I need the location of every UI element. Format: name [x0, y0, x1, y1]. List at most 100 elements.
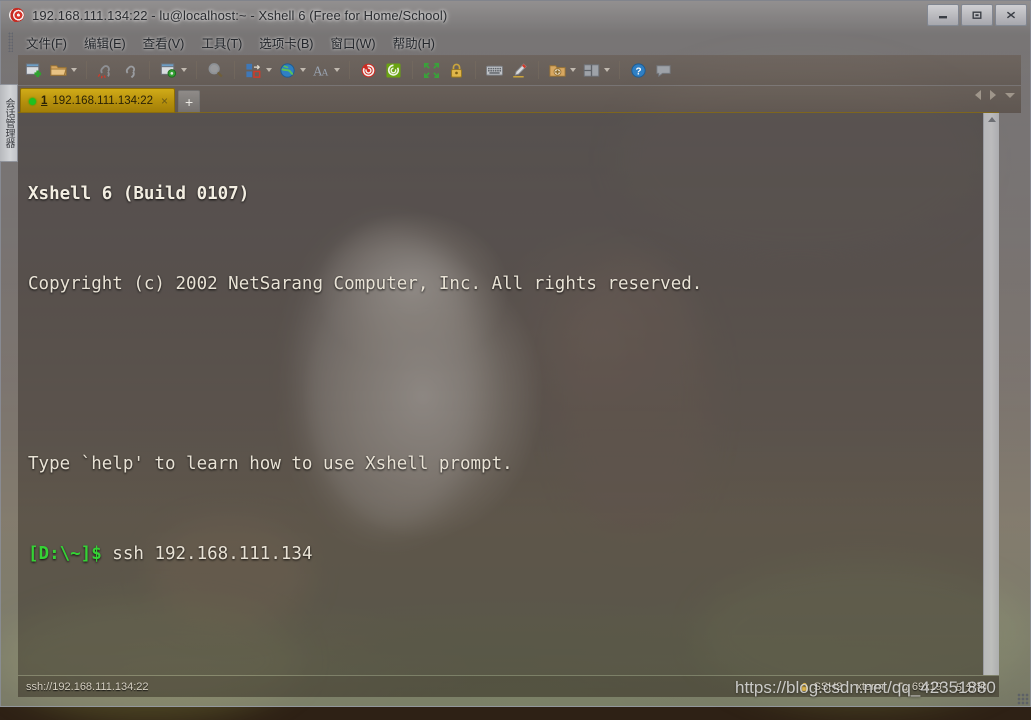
open-folder-button[interactable]: [47, 57, 79, 83]
encoding-globe-icon: [280, 62, 295, 78]
reconnect-button[interactable]: [119, 57, 142, 83]
disconnect-icon: [97, 64, 110, 78]
session-properties-icon: [160, 62, 177, 78]
toolbar-separator: [196, 61, 197, 79]
terminal-scrollbar[interactable]: [983, 113, 999, 675]
arrange-panes-icon: [583, 63, 600, 77]
help-icon: ?: [631, 62, 646, 78]
terminal-line: Type `help' to learn how to use Xshell p…: [28, 454, 513, 474]
arrange-panes-button[interactable]: [580, 57, 612, 83]
toolbar-separator: [349, 61, 350, 79]
chevron-down-icon[interactable]: [181, 68, 187, 72]
xshell-icon: [361, 63, 376, 77]
sidebar-item-label: 会话管理器: [3, 98, 14, 148]
terminal-line-prompt: [D:\~]$ ssh 192.168.111.134: [28, 539, 995, 569]
minimize-button[interactable]: [927, 4, 959, 26]
keyboard-button[interactable]: [483, 57, 506, 83]
terminal-line: Copyright (c) 2002 NetSarang Computer, I…: [28, 274, 703, 294]
layout-button[interactable]: [242, 57, 274, 83]
status-session-time: 5 分钟: [955, 681, 987, 694]
layout-icon: [246, 63, 261, 78]
find-button[interactable]: [204, 57, 227, 83]
chat-button[interactable]: [652, 57, 675, 83]
disconnect-button[interactable]: [94, 57, 117, 83]
keyboard-icon: [486, 65, 503, 76]
terminal-output: Xshell 6 (Build 0107) Copyright (c) 2002…: [28, 119, 995, 675]
toolbar: A A ?: [18, 55, 1021, 85]
lock-icon: [801, 682, 807, 691]
title-bar[interactable]: 192.168.111.134:22 - lu@localhost:~ - Xs…: [0, 0, 1031, 30]
terminal-pane[interactable]: Xshell 6 (Build 0107) Copyright (c) 2002…: [18, 112, 999, 675]
status-size: 69x19: [911, 680, 942, 693]
font-size-button[interactable]: A A: [310, 57, 342, 83]
xshell-button[interactable]: [357, 57, 380, 83]
menu-file[interactable]: 文件(F): [18, 31, 75, 54]
svg-text:A: A: [322, 68, 329, 78]
fullscreen-icon: [423, 62, 440, 78]
status-size-group: 69x19: [898, 681, 942, 693]
chevron-down-icon[interactable]: [570, 68, 576, 72]
xftp-button[interactable]: [382, 57, 405, 83]
open-folder-icon: [50, 64, 67, 76]
find-icon: [208, 62, 223, 77]
toolbar-separator: [149, 61, 150, 79]
tab-number: 1: [41, 95, 48, 107]
scroll-up-icon[interactable]: [987, 117, 996, 122]
toolbar-separator: [619, 61, 620, 79]
tab-bar: 1 192.168.111.134:22 × +: [18, 86, 1021, 113]
local-command: ssh 192.168.111.134: [101, 544, 313, 564]
tab-list-icon[interactable]: [1005, 92, 1015, 98]
sidebar-session-manager[interactable]: 会话管理器: [0, 84, 18, 162]
chevron-down-icon[interactable]: [334, 68, 340, 72]
tab-close-icon[interactable]: ×: [161, 94, 168, 108]
chevron-down-icon[interactable]: [266, 68, 272, 72]
tab-title: 192.168.111.134:22: [52, 95, 154, 107]
terminal-line: Xshell 6 (Build 0107): [28, 184, 250, 204]
lock-button[interactable]: [445, 57, 468, 83]
menu-help[interactable]: 帮助(H): [385, 31, 443, 54]
menu-edit[interactable]: 编辑(E): [76, 31, 134, 54]
status-protocol-group: SSH2: [799, 680, 843, 693]
status-connection: ssh://192.168.111.134:22: [26, 680, 149, 693]
tab-navigation: [975, 90, 1015, 100]
menu-window[interactable]: 窗口(W): [322, 31, 383, 54]
highlight-pen-icon: [513, 62, 527, 78]
toolbar-separator: [412, 61, 413, 79]
chevron-down-icon[interactable]: [300, 68, 306, 72]
cursor-size-icon: [898, 682, 908, 691]
xshell-spiral-icon: [7, 6, 26, 24]
highlight-pen-button[interactable]: [508, 57, 531, 83]
chevron-down-icon[interactable]: [604, 68, 610, 72]
connection-status-icon: [29, 97, 36, 105]
new-tab-button[interactable]: +: [178, 90, 201, 113]
xftp-icon: [386, 62, 401, 78]
scroll-left-icon[interactable]: [975, 90, 981, 100]
status-terminal-type: xterm: [856, 680, 884, 693]
status-protocol: SSH2: [813, 680, 843, 693]
toolbar-separator: [234, 61, 235, 79]
encoding-button[interactable]: [276, 57, 308, 83]
menubar-grip[interactable]: [8, 32, 13, 52]
menu-tabs[interactable]: 选项卡(B): [251, 31, 321, 54]
chevron-down-icon[interactable]: [71, 68, 77, 72]
session-properties-button[interactable]: [157, 57, 189, 83]
menu-tools[interactable]: 工具(T): [193, 31, 250, 54]
reconnect-icon: [125, 65, 136, 78]
menu-view[interactable]: 查看(V): [135, 31, 193, 54]
add-folder-button[interactable]: [546, 57, 578, 83]
tab-session-1[interactable]: 1 192.168.111.134:22 ×: [20, 88, 176, 113]
restore-button[interactable]: [961, 4, 993, 26]
new-session-button[interactable]: [22, 57, 45, 83]
add-folder-icon: [549, 64, 566, 77]
help-button[interactable]: ?: [627, 57, 650, 83]
xshell-window: 192.168.111.134:22 - lu@localhost:~ - Xs…: [0, 0, 1031, 707]
font-size-icon: A A: [313, 63, 329, 78]
fullscreen-button[interactable]: [420, 57, 443, 83]
window-resize-grip[interactable]: [1017, 693, 1029, 705]
toolbar-separator: [538, 61, 539, 79]
close-button[interactable]: [995, 4, 1027, 26]
scroll-right-icon[interactable]: [990, 90, 996, 100]
toolbar-separator: [475, 61, 476, 79]
